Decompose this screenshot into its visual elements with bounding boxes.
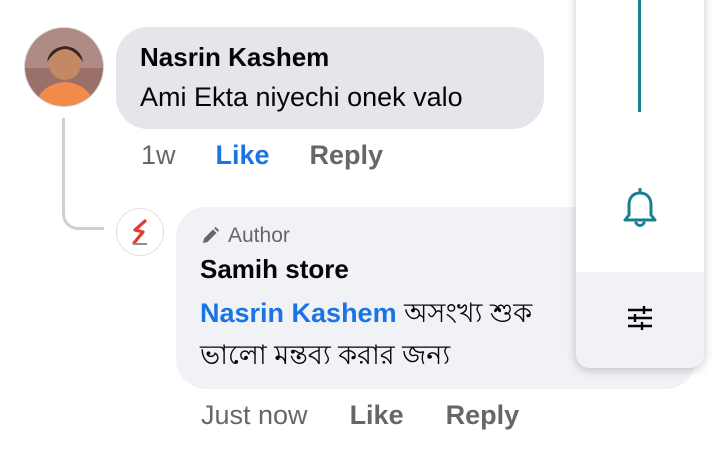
- floating-panel: [576, 0, 704, 368]
- bell-icon[interactable]: [620, 188, 660, 230]
- sliders-icon: [628, 306, 652, 330]
- author-badge-label: Author: [228, 224, 290, 247]
- store-logo-icon: [132, 219, 147, 245]
- reply-time[interactable]: Just now: [201, 400, 308, 431]
- like-button[interactable]: Like: [216, 140, 270, 171]
- reply-avatar[interactable]: [116, 208, 164, 256]
- mention-link[interactable]: Nasrin Kashem: [200, 298, 397, 328]
- reply-button[interactable]: Reply: [310, 140, 384, 171]
- reply-actions: Just now Like Reply: [201, 400, 519, 431]
- comment-actions: 1w Like Reply: [141, 140, 383, 171]
- filter-button[interactable]: [576, 272, 704, 368]
- avatar[interactable]: [24, 27, 104, 107]
- comment-time[interactable]: 1w: [141, 140, 176, 171]
- pencil-icon: [203, 226, 220, 243]
- comment-author[interactable]: Nasrin Kashem: [140, 41, 520, 73]
- reply-like-button[interactable]: Like: [350, 400, 404, 431]
- thread-connector: [62, 118, 104, 230]
- comment-bubble: Nasrin Kashem Ami Ekta niyechi onek valo: [116, 27, 544, 129]
- panel-scroll-indicator: [638, 0, 641, 112]
- reply-text: Nasrin Kashem অসংখ্য শুক ভালো মন্তব্য কর…: [200, 292, 590, 376]
- comment-text: Ami Ekta niyechi onek valo: [140, 82, 463, 112]
- reply-reply-button[interactable]: Reply: [446, 400, 520, 431]
